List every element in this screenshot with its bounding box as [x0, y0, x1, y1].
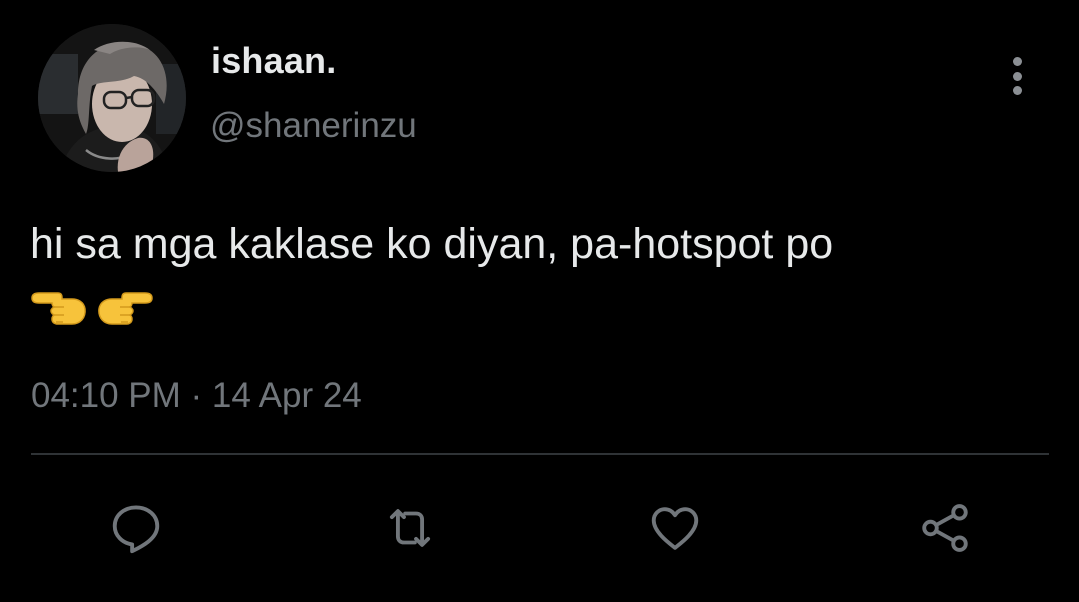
- like-button[interactable]: [643, 496, 707, 560]
- retweet-icon: [389, 509, 431, 547]
- avatar[interactable]: [38, 24, 186, 172]
- heart-icon: [651, 507, 699, 550]
- more-options-button[interactable]: [1000, 54, 1034, 98]
- profile-photo-icon: [38, 24, 186, 172]
- backhand-index-pointing-left-icon: [31, 292, 86, 325]
- emoji-row: [28, 284, 156, 328]
- more-dot-icon: [1012, 57, 1022, 66]
- divider: [31, 453, 1049, 455]
- tweet-text: hi sa mga kaklase ko diyan, pa-hotspot p…: [30, 220, 834, 268]
- more-dot-icon: [1012, 86, 1022, 95]
- share-icon: [922, 504, 968, 552]
- tweet-card: ishaan. @shanerinzu hi sa mga kaklase ko…: [0, 0, 1079, 602]
- retweet-button[interactable]: [378, 496, 442, 560]
- share-button[interactable]: [913, 496, 977, 560]
- user-handle[interactable]: @shanerinzu: [210, 106, 417, 146]
- tweet-timestamp[interactable]: 04:10 PM · 14 Apr 24: [31, 376, 362, 416]
- reply-button[interactable]: [104, 496, 168, 560]
- display-name[interactable]: ishaan.: [211, 40, 336, 82]
- backhand-index-pointing-right-icon: [98, 292, 153, 325]
- more-dot-icon: [1012, 71, 1022, 81]
- comment-bubble-icon: [112, 505, 160, 554]
